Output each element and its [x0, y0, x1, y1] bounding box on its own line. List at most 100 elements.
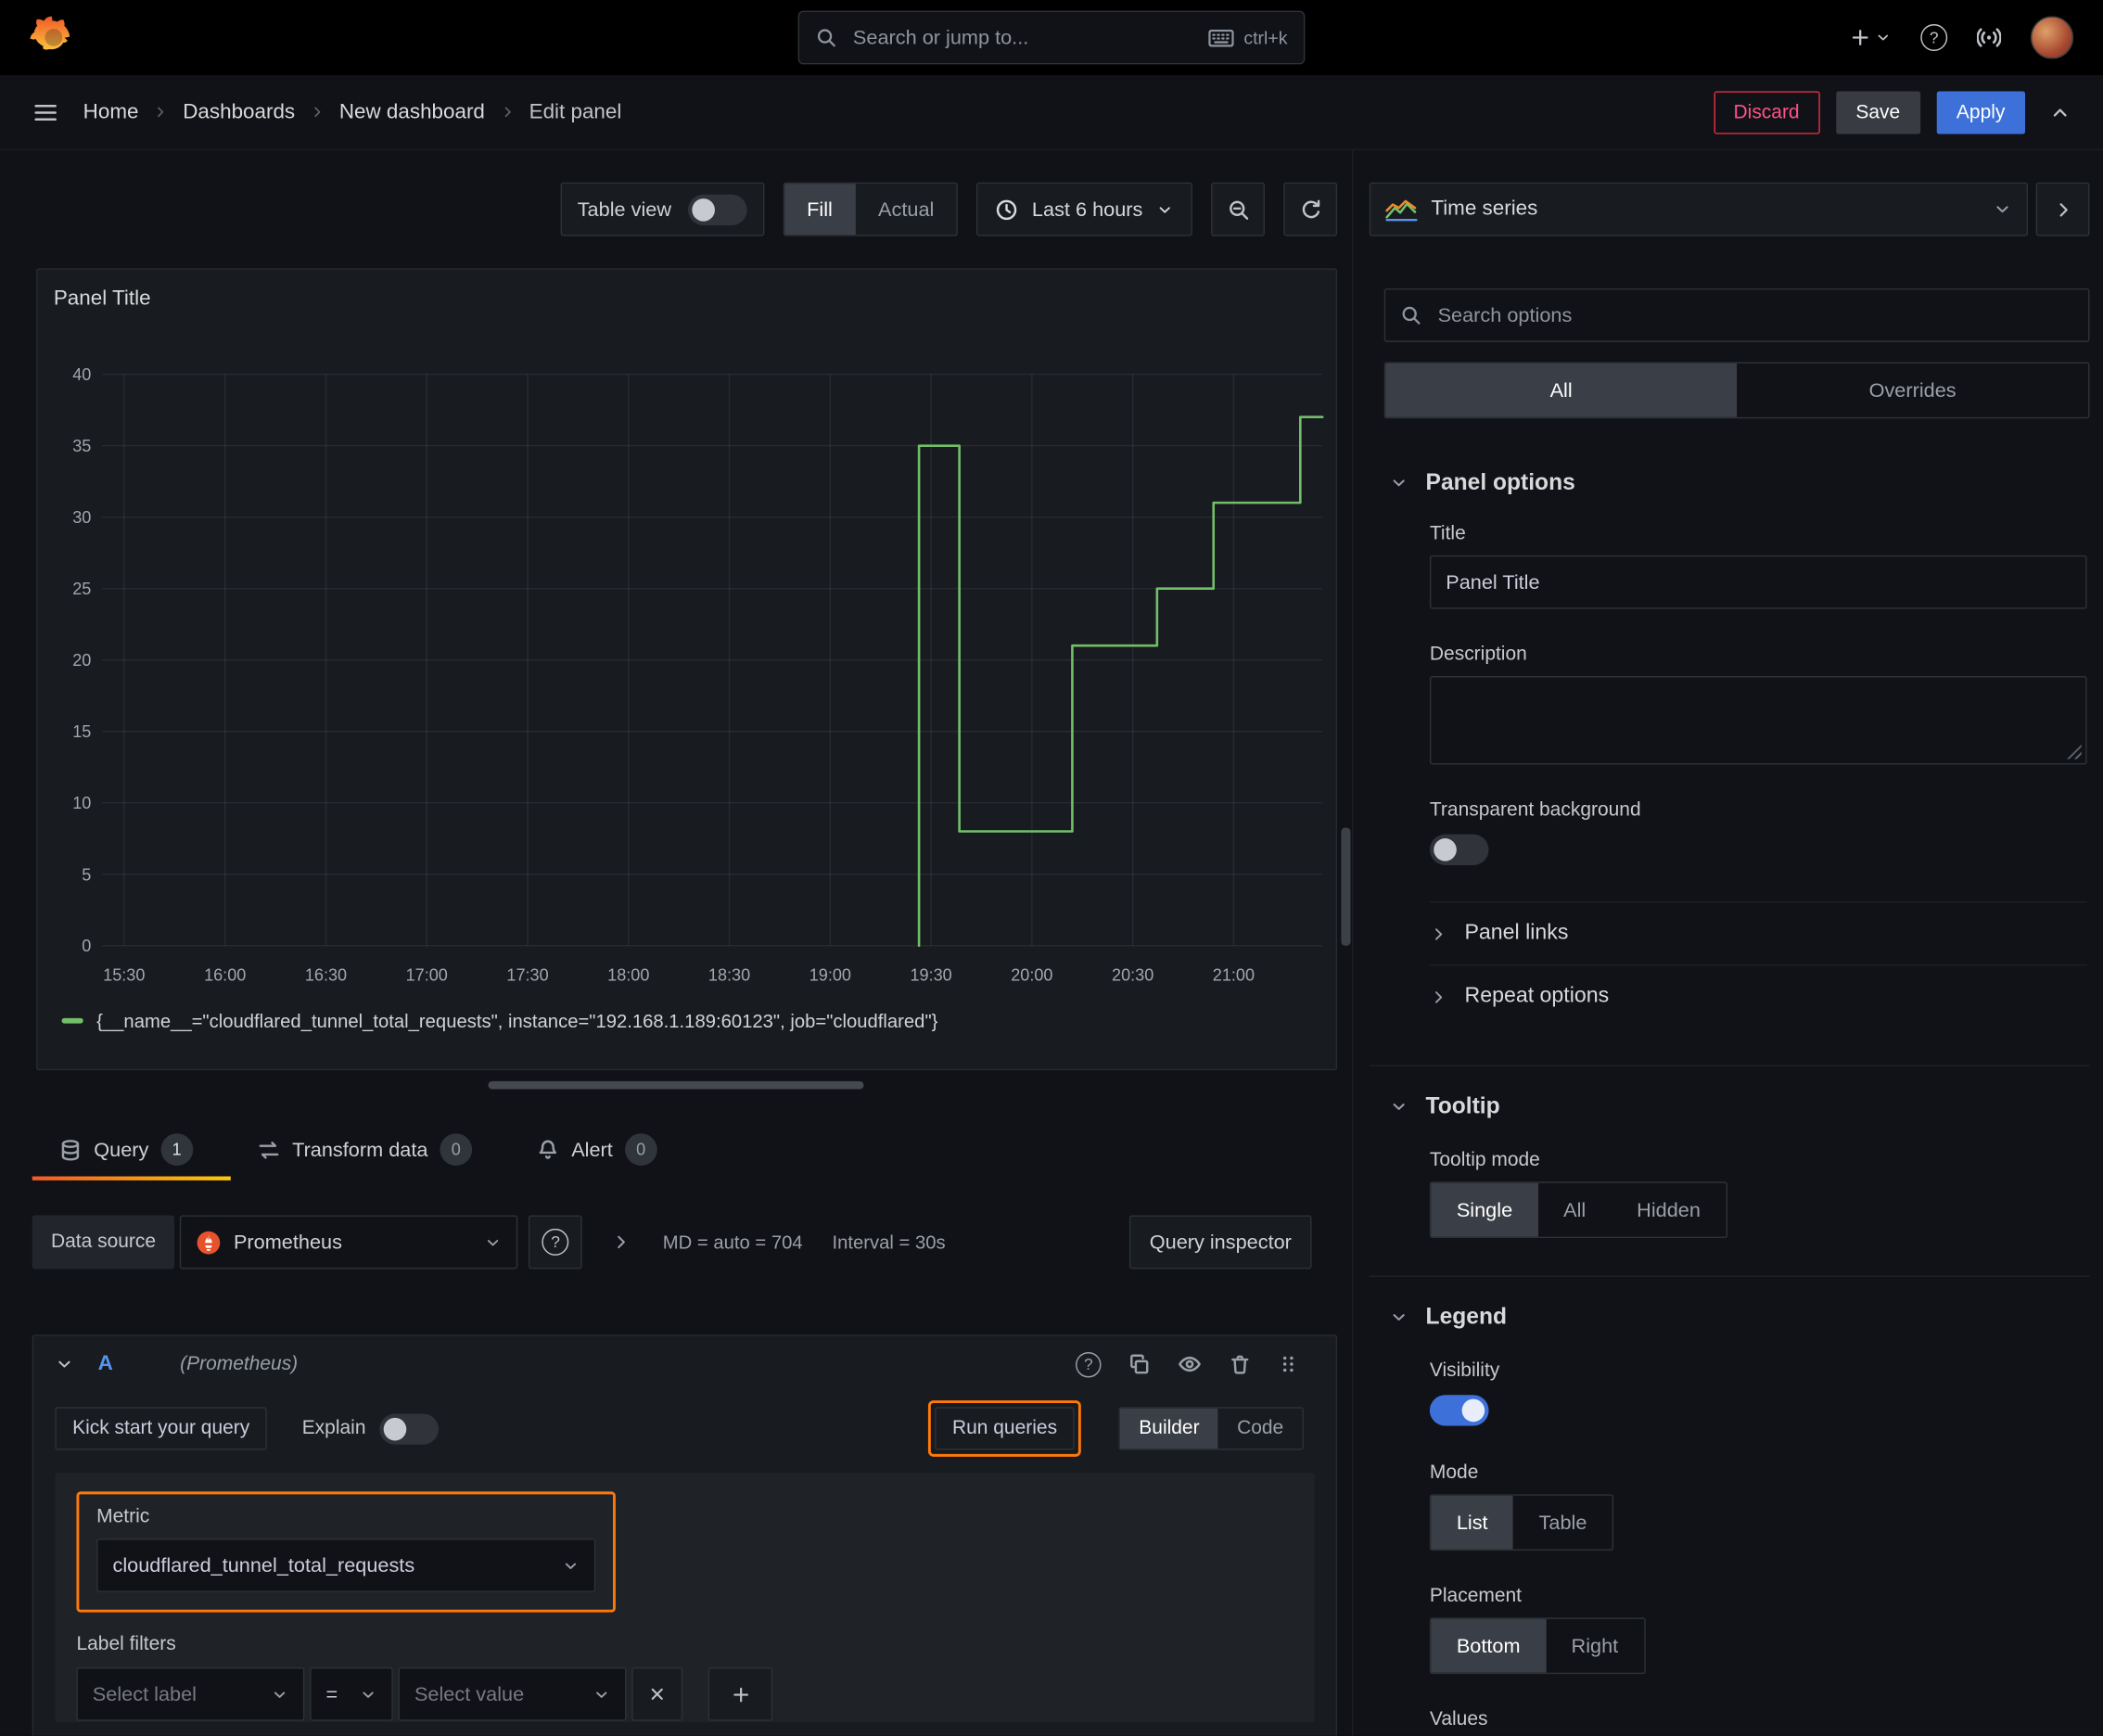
collapse-header-button[interactable]	[2041, 94, 2078, 131]
kick-start-button[interactable]: Kick start your query	[55, 1407, 268, 1450]
panel-view-toolbar: Table view Fill Actual Last 6 hours	[0, 182, 1338, 236]
svg-text:5: 5	[82, 865, 91, 884]
tooltip-mode-all[interactable]: All	[1538, 1183, 1612, 1237]
breadcrumb-home[interactable]: Home	[83, 100, 139, 124]
visualization-picker[interactable]: Time series	[1369, 182, 2028, 236]
global-search-input[interactable]	[850, 24, 1196, 51]
time-series-chart[interactable]: 0 5 10 15 20 25 30 35 40 15:30 16:00 16:30 17:00 17:3…	[48, 342, 1328, 1013]
news-button[interactable]	[1977, 25, 2002, 49]
chevron-right-icon	[2058, 202, 2068, 216]
builder-button[interactable]: Builder	[1120, 1408, 1218, 1449]
refresh-button[interactable]	[1283, 182, 1338, 236]
collapse-query-icon[interactable]	[55, 1355, 73, 1373]
panel-title-input[interactable]	[1429, 555, 2087, 609]
query-options-expand-icon[interactable]	[612, 1232, 631, 1251]
panel-description-input[interactable]	[1429, 676, 2087, 765]
table-view-toggle[interactable]: Table view	[559, 182, 764, 236]
save-button[interactable]: Save	[1835, 90, 1920, 134]
tab-all[interactable]: All	[1385, 363, 1738, 417]
metric-highlight: Metric cloudflared_tunnel_total_requests	[76, 1491, 616, 1613]
svg-text:18:30: 18:30	[708, 965, 750, 984]
tab-alert[interactable]: Alert 0	[510, 1118, 695, 1181]
svg-text:0: 0	[82, 937, 91, 955]
fill-button[interactable]: Fill	[784, 184, 856, 236]
description-label: Description	[1429, 644, 1527, 666]
query-inspector-button[interactable]: Query inspector	[1129, 1215, 1312, 1270]
chevron-right-icon	[1435, 927, 1443, 939]
legend-header[interactable]: Legend	[1390, 1304, 2087, 1331]
panel-options-header[interactable]: Panel options	[1390, 469, 2087, 496]
grafana-logo[interactable]	[30, 15, 75, 60]
delete-query-icon[interactable]	[1229, 1353, 1252, 1376]
code-button[interactable]: Code	[1218, 1409, 1303, 1449]
top-bar: ctrl+k ?	[0, 0, 2103, 75]
apply-button[interactable]: Apply	[1936, 90, 2026, 134]
datasource-picker[interactable]: Prometheus	[180, 1215, 518, 1270]
discard-button[interactable]: Discard	[1713, 90, 1820, 134]
run-queries-button[interactable]: Run queries	[935, 1407, 1075, 1450]
help-button[interactable]: ?	[1920, 24, 1948, 51]
options-search-input[interactable]	[1434, 302, 2074, 328]
tooltip-mode-hidden[interactable]: Hidden	[1612, 1183, 1727, 1237]
svg-text:19:00: 19:00	[809, 965, 851, 984]
user-avatar[interactable]	[2030, 16, 2074, 59]
add-filter-button[interactable]	[707, 1666, 773, 1721]
breadcrumb-dashboards[interactable]: Dashboards	[183, 100, 295, 124]
legend-mode-table[interactable]: Table	[1513, 1496, 1612, 1550]
hide-query-icon[interactable]	[1178, 1352, 1202, 1376]
chevron-down-icon	[488, 1239, 499, 1245]
nav-bar: Home Dashboards New dashboard Edit panel…	[0, 75, 2103, 150]
svg-text:20: 20	[72, 651, 91, 670]
drag-query-icon[interactable]	[1278, 1353, 1298, 1374]
description-wrap	[1429, 676, 2087, 765]
actual-button[interactable]: Actual	[855, 184, 956, 235]
explain-switch[interactable]	[378, 1412, 439, 1445]
legend-mode-list[interactable]: List	[1431, 1495, 1514, 1550]
global-search-bar[interactable]: ctrl+k	[797, 10, 1306, 65]
new-menu-button[interactable]	[1850, 27, 1892, 48]
value-select[interactable]: Select value	[398, 1666, 627, 1721]
label-select[interactable]: Select label	[76, 1666, 305, 1721]
tab-transform-data[interactable]: Transform data 0	[231, 1118, 510, 1181]
panel-title[interactable]: Panel Title	[54, 287, 151, 312]
table-view-switch[interactable]	[687, 194, 747, 225]
tab-query-label: Query	[94, 1138, 149, 1161]
question-icon: ?	[542, 1228, 569, 1256]
metric-select[interactable]: cloudflared_tunnel_total_requests	[96, 1538, 596, 1592]
fill-actual-group: Fill Actual	[783, 182, 959, 236]
repeat-options-header[interactable]: Repeat options	[1429, 964, 2087, 1028]
legend-series-label[interactable]: {__name__="cloudflared_tunnel_total_requ…	[96, 1010, 937, 1031]
collapse-options-button[interactable]	[2035, 182, 2090, 236]
query-datasource-hint: (Prometheus)	[180, 1353, 299, 1375]
zoom-out-button[interactable]	[1211, 182, 1265, 236]
tooltip-header[interactable]: Tooltip	[1390, 1093, 2087, 1120]
operator-select[interactable]: =	[310, 1666, 393, 1721]
options-search[interactable]	[1383, 287, 2090, 342]
chevron-right-icon	[314, 107, 321, 118]
remove-filter-button[interactable]	[631, 1666, 683, 1721]
time-range-picker[interactable]: Last 6 hours	[976, 182, 1192, 236]
breadcrumb-new-dashboard[interactable]: New dashboard	[339, 100, 485, 124]
bell-icon	[539, 1139, 557, 1158]
metric-label: Metric	[96, 1506, 150, 1528]
query-ref-id[interactable]: A	[98, 1352, 113, 1376]
duplicate-query-icon[interactable]	[1128, 1353, 1151, 1376]
menu-toggle-button[interactable]	[24, 91, 67, 134]
transparent-background-switch[interactable]	[1429, 834, 1489, 865]
legend-visibility-switch[interactable]	[1429, 1395, 1489, 1426]
datasource-help-button[interactable]: ?	[529, 1215, 583, 1270]
scrollbar-thumb[interactable]	[1341, 827, 1351, 946]
chart-legend[interactable]: {__name__="cloudflared_tunnel_total_requ…	[61, 1010, 937, 1031]
tooltip-mode-single[interactable]: Single	[1431, 1182, 1538, 1237]
svg-text:18:00: 18:00	[607, 965, 649, 984]
legend-placement-right[interactable]: Right	[1546, 1619, 1644, 1673]
title-label: Title	[1429, 523, 1466, 545]
query-help-icon[interactable]: ?	[1076, 1351, 1102, 1377]
split-drag-handle[interactable]	[488, 1080, 864, 1090]
tab-query[interactable]: Query 1	[32, 1118, 231, 1181]
panel-links-header[interactable]: Panel links	[1429, 901, 2087, 964]
tooltip-mode-label: Tooltip mode	[1429, 1149, 1540, 1171]
legend-placement-bottom[interactable]: Bottom	[1431, 1618, 1547, 1673]
tab-overrides[interactable]: Overrides	[1737, 364, 2088, 417]
svg-text:19:30: 19:30	[910, 965, 951, 984]
